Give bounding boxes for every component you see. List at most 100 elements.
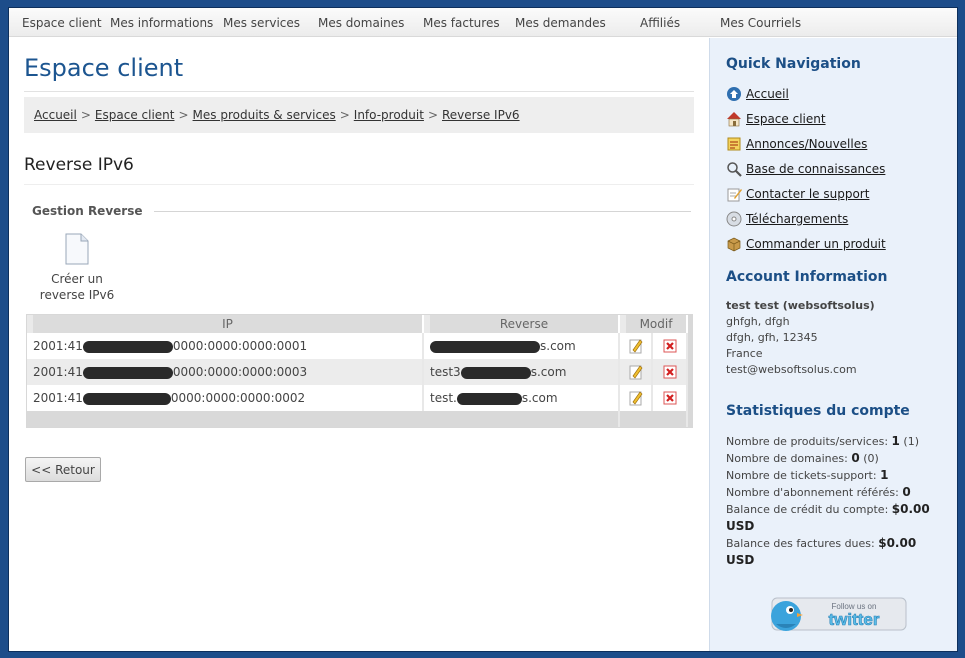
- document-icon: [65, 233, 89, 265]
- stat-extra: (0): [863, 452, 879, 465]
- quick-nav-label[interactable]: Accueil: [746, 87, 789, 101]
- stat-line: Balance de crédit du compte: $0.00 USD: [726, 501, 951, 535]
- quick-nav-label[interactable]: Commander un produit: [746, 237, 886, 251]
- delete-cell: [653, 385, 688, 411]
- nav-mes-domaines[interactable]: Mes domaines: [318, 16, 404, 30]
- box-icon: [727, 237, 741, 252]
- reverse-suffix: s.com: [521, 391, 558, 405]
- twitter-follow-button[interactable]: Follow us on twitter: [762, 594, 910, 634]
- delete-icon[interactable]: [662, 364, 678, 380]
- ip-suffix: 0000:0000:0000:0001: [172, 339, 308, 353]
- twitter-main-text: twitter: [829, 610, 880, 629]
- nav-mes-services[interactable]: Mes services: [223, 16, 300, 30]
- quick-nav-espace-client[interactable]: Espace client: [726, 111, 826, 129]
- nav-affilies[interactable]: Affiliés: [640, 16, 680, 30]
- stat-value: $0.00: [891, 502, 930, 516]
- delete-cell: [653, 359, 688, 385]
- breadcrumb-accueil[interactable]: Accueil: [34, 108, 77, 122]
- nav-mes-demandes[interactable]: Mes demandes: [515, 16, 606, 30]
- title-divider: [24, 91, 694, 92]
- header-reverse: Reverse: [424, 315, 620, 333]
- stat-line: Nombre de tickets-support: 1: [726, 467, 951, 484]
- stat-value: 0: [851, 451, 860, 465]
- section-title: Reverse IPv6: [24, 155, 134, 175]
- ip-cell: 2001:41 0000:0000:0000:0003: [27, 359, 424, 385]
- breadcrumb-separator: >: [427, 108, 438, 122]
- fieldset-line: [154, 211, 691, 212]
- back-button[interactable]: << Retour: [25, 457, 101, 482]
- home-globe-icon: [727, 87, 741, 101]
- create-label-line2: reverse IPv6: [39, 288, 115, 302]
- footer-cell: [620, 411, 688, 427]
- quick-nav-annonces[interactable]: Annonces/Nouvelles: [726, 136, 867, 154]
- edit-icon[interactable]: [628, 364, 644, 380]
- redacted-block: [82, 392, 171, 405]
- reverse-cell: test3 s.com: [424, 359, 620, 385]
- delete-icon[interactable]: [662, 390, 678, 406]
- quick-nav-base-connaissances[interactable]: Base de connaissances: [726, 161, 885, 179]
- stat-value: 0: [902, 485, 911, 499]
- stat-value: 1: [891, 434, 900, 448]
- table-footer-row: [27, 411, 688, 427]
- account-line: dfgh, gfh, 12345: [726, 331, 818, 344]
- edit-icon[interactable]: [628, 338, 644, 354]
- quick-nav-label[interactable]: Contacter le support: [746, 187, 869, 201]
- nav-espace-client[interactable]: Espace client: [22, 16, 102, 30]
- nav-mes-factures[interactable]: Mes factures: [423, 16, 500, 30]
- quick-nav-commander-produit[interactable]: Commander un produit: [726, 236, 886, 254]
- account-info-title: Account Information: [726, 269, 888, 285]
- edit-icon[interactable]: [628, 390, 644, 406]
- breadcrumb-separator: >: [80, 108, 91, 122]
- nav-mes-courriels[interactable]: Mes Courriels: [720, 16, 801, 30]
- ip-suffix: 0000:0000:0000:0002: [170, 391, 306, 405]
- table-row: 2001:41 0000:0000:0000:0003 test3 s.com: [27, 359, 688, 385]
- stat-label: Balance des factures dues:: [726, 537, 875, 550]
- nav-mes-informations[interactable]: Mes informations: [110, 16, 213, 30]
- redacted-block: [456, 392, 522, 405]
- create-reverse-button[interactable]: Créer un reverse IPv6: [37, 233, 117, 303]
- twitter-badge-icon: Follow us on twitter: [771, 597, 907, 631]
- reverse-prefix: test.: [430, 391, 457, 405]
- redacted-block: [82, 340, 173, 353]
- redacted-block: [460, 366, 531, 379]
- stat-extra: USD: [726, 553, 755, 567]
- quick-nav-contacter-support[interactable]: Contacter le support: [726, 186, 869, 204]
- breadcrumb-reverse-ipv6[interactable]: Reverse IPv6: [442, 108, 520, 122]
- stat-line: Nombre de produits/services: 1 (1): [726, 433, 951, 450]
- news-icon: [727, 137, 741, 151]
- ip-prefix: 2001:41: [33, 365, 83, 379]
- quick-nav-label[interactable]: Téléchargements: [746, 212, 848, 226]
- quick-nav-title: Quick Navigation: [726, 56, 861, 72]
- stat-value: 1: [880, 468, 889, 482]
- stat-label: Nombre de tickets-support:: [726, 469, 877, 482]
- quick-nav-label[interactable]: Base de connaissances: [746, 162, 885, 176]
- breadcrumb-info-produit[interactable]: Info-produit: [354, 108, 424, 122]
- breadcrumb-espace-client[interactable]: Espace client: [95, 108, 175, 122]
- ip-prefix: 2001:41: [33, 339, 83, 353]
- browser-frame: Espace client Mes informations Mes servi…: [8, 7, 958, 652]
- table-row: 2001:41 0000:0000:0000:0002 test. s.com: [27, 385, 688, 411]
- reverse-prefix: test3: [430, 365, 461, 379]
- account-line: test@websoftsolus.com: [726, 363, 857, 376]
- create-label-line1: Créer un: [51, 272, 103, 286]
- quick-nav-label[interactable]: Espace client: [746, 112, 826, 126]
- delete-icon[interactable]: [662, 338, 678, 354]
- delete-cell: [653, 333, 688, 359]
- quick-nav-accueil[interactable]: Accueil: [726, 86, 789, 104]
- section-divider: [24, 184, 694, 185]
- stat-extra: (1): [903, 435, 919, 448]
- breadcrumb-mes-produits[interactable]: Mes produits & services: [193, 108, 336, 122]
- redacted-block: [82, 366, 173, 379]
- account-line: France: [726, 347, 763, 360]
- quick-nav-telechargements[interactable]: Téléchargements: [726, 211, 848, 229]
- top-nav: Espace client Mes informations Mes servi…: [9, 8, 957, 37]
- ip-cell: 2001:41 0000:0000:0000:0001: [27, 333, 424, 359]
- account-name: test test (websoftsolus): [726, 299, 875, 312]
- ip-cell: 2001:41 0000:0000:0000:0002: [27, 385, 424, 411]
- stat-line: Nombre de domaines: 0 (0): [726, 450, 951, 467]
- quick-nav-label[interactable]: Annonces/Nouvelles: [746, 137, 867, 151]
- redacted-block: [430, 340, 540, 353]
- stat-label: Balance de crédit du compte:: [726, 503, 889, 516]
- fieldset-legend: Gestion Reverse: [32, 204, 143, 218]
- stat-extra: USD: [726, 519, 755, 533]
